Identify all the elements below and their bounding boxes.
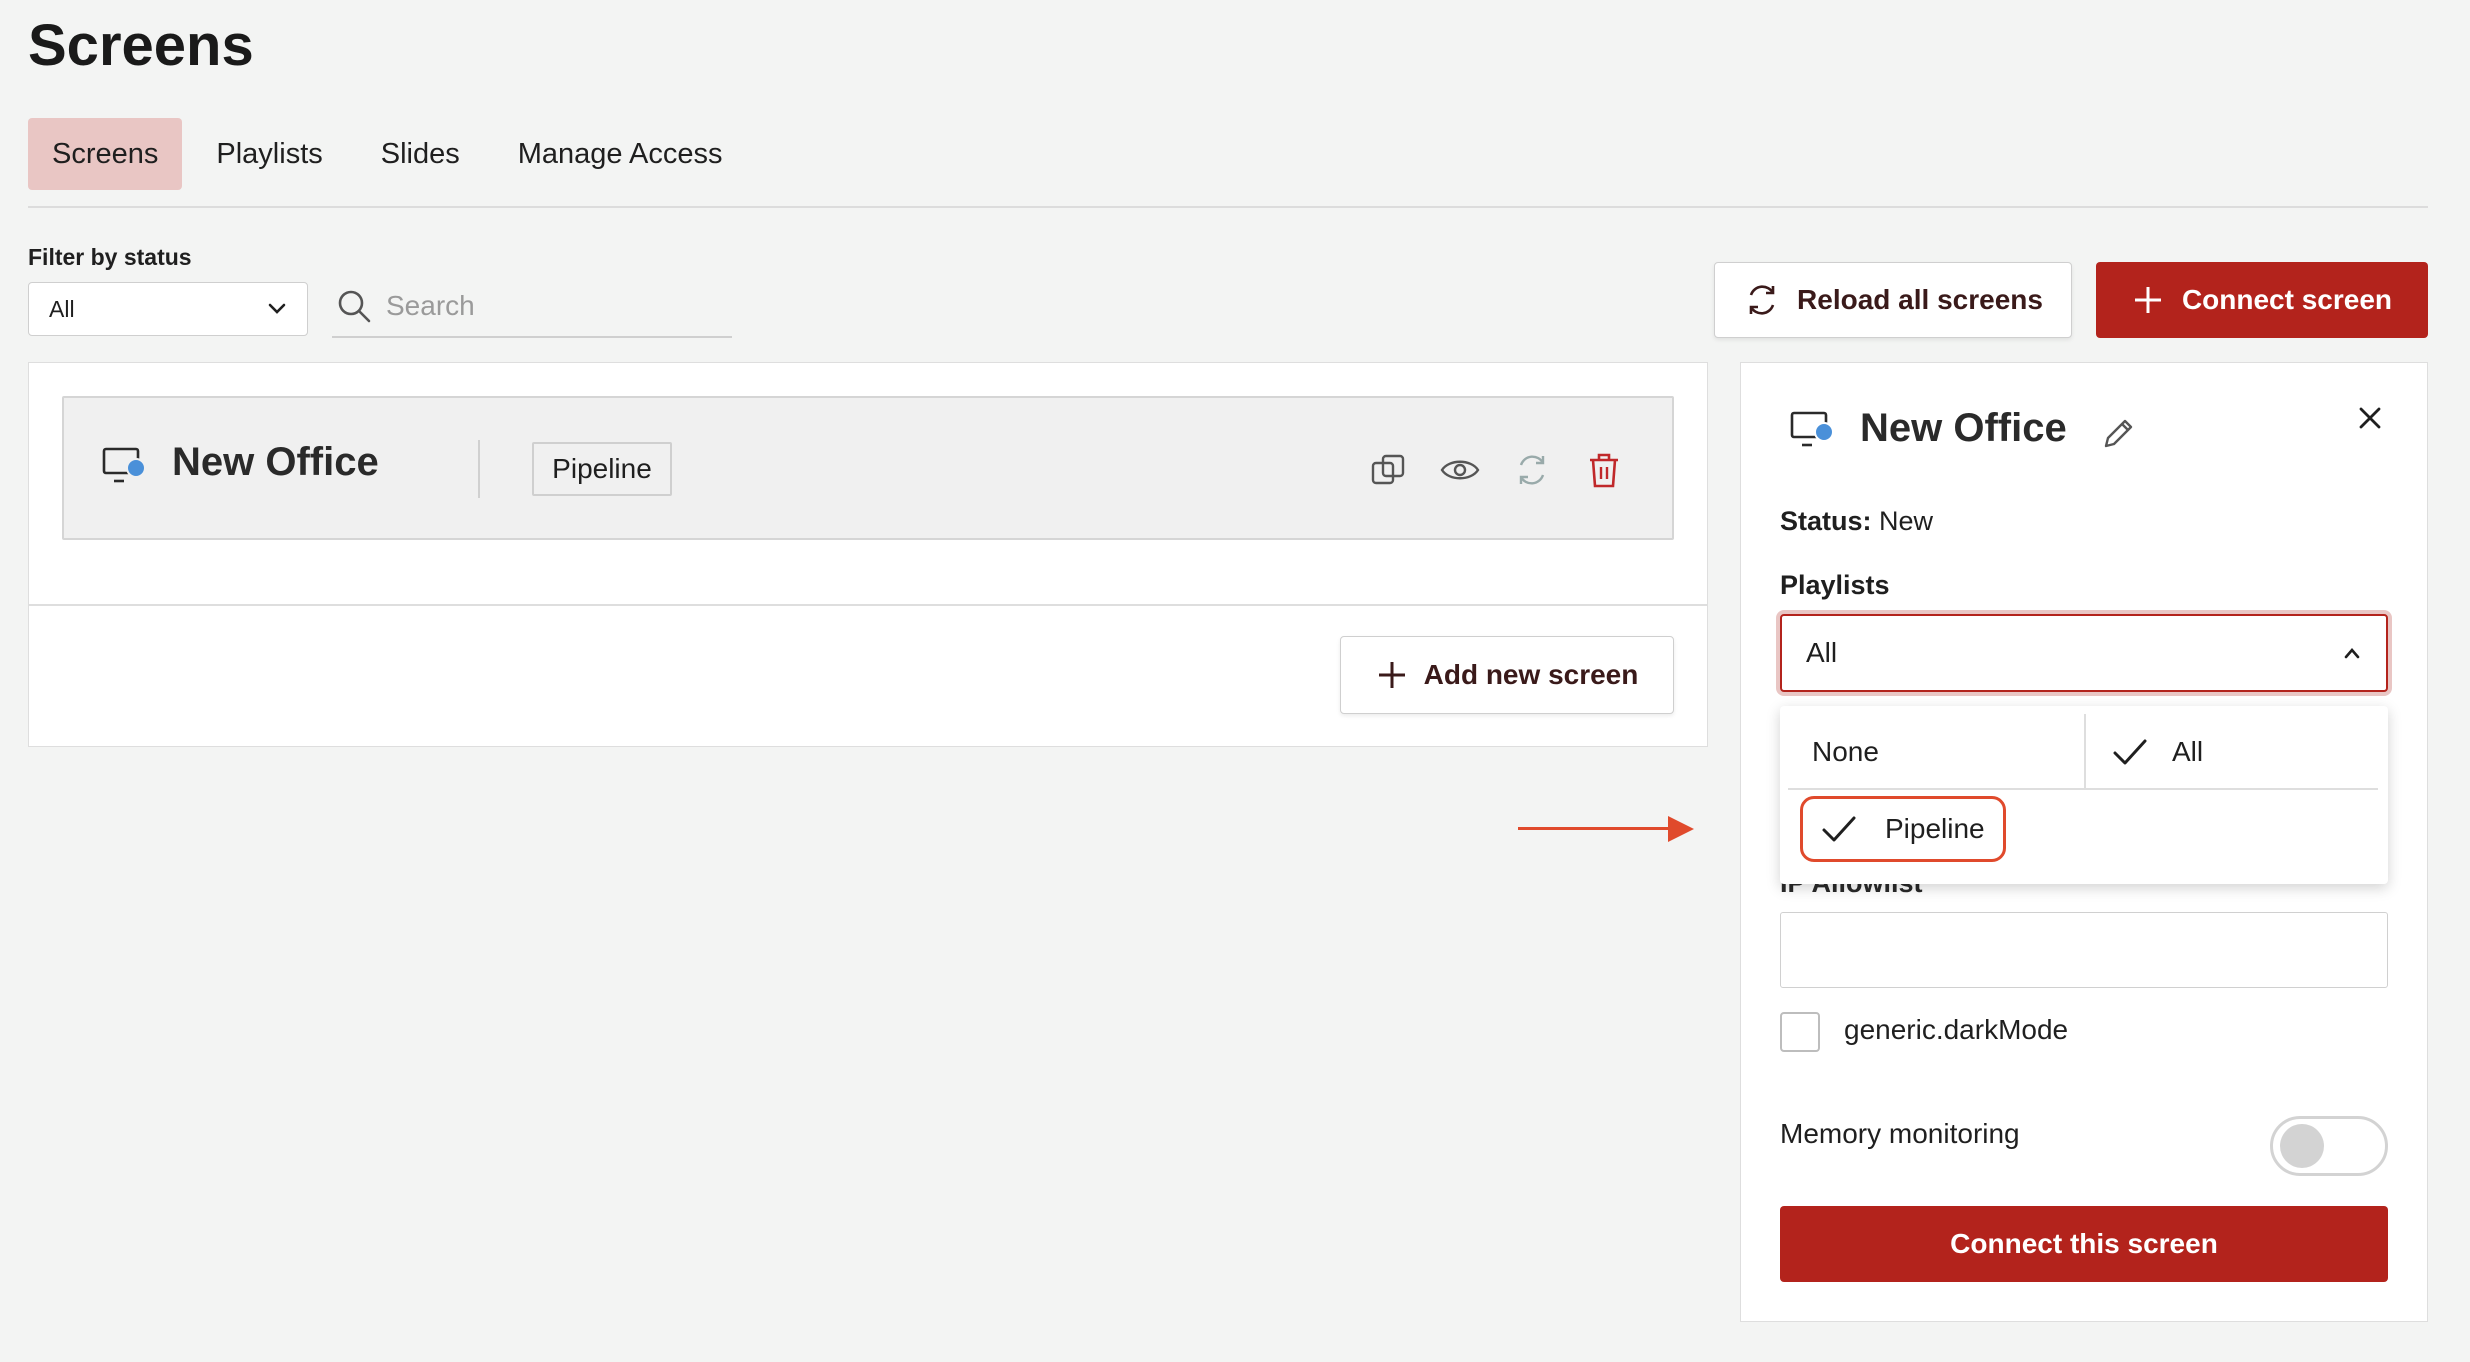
reload-all-screens-button[interactable]: Reload all screens — [1714, 262, 2072, 338]
plus-icon — [1378, 662, 1405, 688]
close-icon[interactable] — [2356, 404, 2384, 437]
add-new-screen-label: Add new screen — [1423, 659, 1639, 690]
plus-icon — [2134, 287, 2161, 313]
tab-slides[interactable]: Slides — [357, 118, 484, 190]
option-none-label: None — [1812, 736, 1879, 767]
tabs-divider — [28, 206, 2428, 208]
screen-status-icon — [1790, 410, 1838, 455]
annotation-arrow-head — [1668, 816, 1694, 842]
filter-label: Filter by status — [28, 244, 192, 270]
page-title: Screens — [28, 13, 254, 78]
reload-all-screens-label: Reload all screens — [1797, 284, 2043, 315]
tab-screens[interactable]: Screens — [28, 118, 183, 190]
dropdown-option-all[interactable]: All — [2088, 714, 2378, 790]
toggle-knob — [2280, 1124, 2324, 1168]
status-filter-select[interactable]: All — [28, 282, 308, 336]
card-divider — [478, 440, 480, 498]
panel-divider — [28, 604, 1708, 606]
connect-this-screen-button[interactable]: Connect this screen — [1780, 1206, 2388, 1282]
playlists-select-value: All — [1806, 637, 1838, 668]
screen-status-icon — [102, 446, 150, 491]
dropdown-option-pipeline[interactable]: Pipeline — [1800, 796, 2006, 862]
checkmark-icon — [2113, 739, 2147, 765]
ip-allowlist-input[interactable] — [1780, 912, 2388, 988]
status-filter-value: All — [49, 295, 75, 322]
memory-monitoring-label: Memory monitoring — [1780, 1118, 2020, 1149]
playlists-select[interactable]: All — [1780, 614, 2388, 692]
edit-pencil-icon[interactable] — [2098, 414, 2138, 459]
chevron-down-icon — [268, 303, 286, 314]
duplicate-icon[interactable] — [1366, 448, 1410, 492]
dark-mode-checkbox[interactable] — [1780, 1012, 1820, 1052]
chevron-up-icon — [2344, 648, 2360, 659]
search-placeholder: Search — [386, 290, 475, 321]
search-icon — [338, 290, 371, 323]
status-label: Status: — [1780, 506, 1872, 536]
status-line: Status: New — [1780, 506, 1933, 537]
connect-this-screen-label: Connect this screen — [1950, 1228, 2218, 1259]
annotation-arrow-line — [1518, 827, 1672, 830]
details-title: New Office — [1860, 406, 2067, 450]
checkmark-icon — [1822, 816, 1856, 842]
search-input[interactable]: Search — [332, 276, 732, 338]
option-pipeline-label: Pipeline — [1885, 813, 1985, 844]
option-all-label: All — [2172, 736, 2204, 767]
delete-icon[interactable] — [1582, 448, 1626, 492]
reload-icon — [1749, 285, 1775, 315]
add-new-screen-button[interactable]: Add new screen — [1340, 636, 1674, 714]
dropdown-divider — [1788, 788, 2378, 790]
playlists-label: Playlists — [1780, 570, 1890, 600]
connect-screen-button[interactable]: Connect screen — [2096, 262, 2428, 338]
dropdown-divider — [2084, 714, 2086, 790]
dark-mode-label: generic.darkMode — [1844, 1014, 2069, 1045]
playlist-tag: Pipeline — [532, 442, 672, 496]
status-value: New — [1879, 506, 1934, 536]
connect-screen-label: Connect screen — [2181, 284, 2393, 315]
preview-eye-icon[interactable] — [1438, 448, 1482, 492]
tab-manage-access[interactable]: Manage Access — [494, 118, 747, 190]
tab-bar: Screens Playlists Slides Manage Access — [28, 118, 746, 190]
screen-name: New Office — [172, 440, 379, 484]
tab-playlists[interactable]: Playlists — [192, 118, 346, 190]
dropdown-option-none[interactable]: None — [1788, 714, 2086, 790]
reload-screen-icon[interactable] — [1510, 448, 1554, 492]
